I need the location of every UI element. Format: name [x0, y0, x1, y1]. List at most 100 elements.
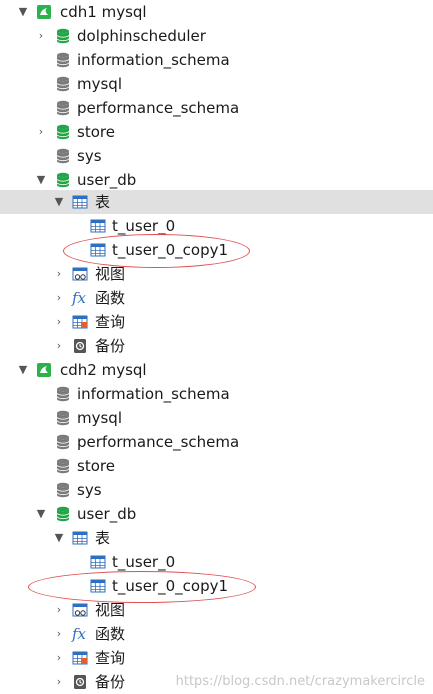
database-label: mysql [77, 409, 122, 427]
views-label: 视图 [95, 265, 126, 283]
tree-node-db-sys[interactable]: sys [0, 478, 433, 502]
function-icon: 𝑓x [72, 289, 87, 307]
backup-icon [74, 675, 86, 689]
tree-node-table[interactable]: t_user_0_copy1 [0, 238, 433, 262]
functions-label: 函数 [95, 625, 126, 643]
chevron-right-icon[interactable]: › [52, 598, 66, 622]
tree-node-queries-folder[interactable]: › 查询 [0, 646, 433, 670]
tables-folder-icon [72, 195, 88, 209]
chevron-down-icon[interactable]: ▼ [34, 168, 48, 192]
database-open-icon [56, 28, 70, 44]
database-label: information_schema [77, 51, 230, 69]
database-closed-icon [56, 386, 70, 402]
tree-node-db-dolphinscheduler[interactable]: › dolphinscheduler [0, 24, 433, 48]
backups-label: 备份 [95, 673, 126, 691]
database-label: user_db [77, 505, 137, 523]
tree-node-db-mysql[interactable]: mysql [0, 406, 433, 430]
table-label: t_user_0 [112, 217, 176, 235]
database-label: sys [77, 147, 102, 165]
queries-label: 查询 [95, 649, 126, 667]
chevron-right-icon[interactable]: › [52, 262, 66, 286]
chevron-right-icon[interactable]: › [52, 334, 66, 358]
views-label: 视图 [95, 601, 126, 619]
chevron-down-icon[interactable]: ▼ [34, 502, 48, 526]
database-closed-icon [56, 434, 70, 450]
database-closed-icon [56, 52, 70, 68]
database-label: mysql [77, 75, 122, 93]
table-icon [90, 555, 106, 569]
table-icon [90, 579, 106, 593]
tree-node-tables-folder[interactable]: ▼ 表 [0, 526, 433, 550]
table-icon [90, 219, 106, 233]
function-icon: 𝑓x [72, 625, 87, 643]
database-label: dolphinscheduler [77, 27, 206, 45]
tree-node-conn-cdh2[interactable]: ▼ cdh2 mysql [0, 358, 433, 382]
database-label: sys [77, 481, 102, 499]
tree-node-db-user-db[interactable]: ▼ user_db [0, 502, 433, 526]
database-closed-icon [56, 100, 70, 116]
tree-node-db-information-schema[interactable]: information_schema [0, 48, 433, 72]
functions-label: 函数 [95, 289, 126, 307]
tree-node-functions-folder[interactable]: › 𝑓x 函数 [0, 286, 433, 310]
tree-node-db-store[interactable]: store [0, 454, 433, 478]
tree-node-table[interactable]: t_user_0 [0, 550, 433, 574]
table-icon [90, 243, 106, 257]
tree-node-queries-folder[interactable]: › 查询 [0, 310, 433, 334]
mysql-connection-icon [37, 5, 51, 19]
chevron-right-icon[interactable]: › [52, 622, 66, 646]
queries-label: 查询 [95, 313, 126, 331]
database-label: performance_schema [77, 433, 240, 451]
mysql-connection-icon [37, 363, 51, 377]
database-closed-icon [56, 458, 70, 474]
views-icon [72, 267, 88, 281]
tree-node-db-sys[interactable]: sys [0, 144, 433, 168]
chevron-right-icon[interactable]: › [34, 24, 48, 48]
chevron-right-icon[interactable]: › [52, 670, 66, 694]
database-label: performance_schema [77, 99, 240, 117]
chevron-right-icon[interactable]: › [52, 310, 66, 334]
database-label: store [77, 123, 115, 141]
chevron-right-icon[interactable]: › [52, 646, 66, 670]
tables-folder-icon [72, 531, 88, 545]
chevron-right-icon[interactable]: › [52, 286, 66, 310]
database-open-icon [56, 172, 70, 188]
database-label: user_db [77, 171, 137, 189]
tree-node-db-information-schema[interactable]: information_schema [0, 382, 433, 406]
tree-node-backups-folder[interactable]: › 备份 [0, 334, 433, 358]
chevron-right-icon[interactable]: › [34, 120, 48, 144]
database-closed-icon [56, 410, 70, 426]
tree-node-table[interactable]: t_user_0_copy1 [0, 574, 433, 598]
table-label: t_user_0_copy1 [112, 577, 229, 595]
database-closed-icon [56, 148, 70, 164]
table-label: t_user_0 [112, 553, 176, 571]
tree-node-db-user-db[interactable]: ▼ user_db [0, 168, 433, 192]
tree-node-db-performance-schema[interactable]: performance_schema [0, 96, 433, 120]
tree-node-views-folder[interactable]: › 视图 [0, 598, 433, 622]
tree-node-db-performance-schema[interactable]: performance_schema [0, 430, 433, 454]
chevron-down-icon[interactable]: ▼ [16, 358, 30, 382]
database-label: store [77, 457, 115, 475]
connection-label: cdh1 mysql [60, 3, 147, 21]
backup-icon [74, 339, 86, 353]
tree-node-db-mysql[interactable]: mysql [0, 72, 433, 96]
tree-node-table[interactable]: t_user_0 [0, 214, 433, 238]
tree-node-conn-cdh1[interactable]: ▼ cdh1 mysql [0, 0, 433, 24]
chevron-down-icon[interactable]: ▼ [16, 0, 30, 24]
watermark: https://blog.csdn.net/crazymakercircle [175, 674, 425, 689]
chevron-down-icon[interactable]: ▼ [52, 190, 66, 214]
chevron-down-icon[interactable]: ▼ [52, 526, 66, 550]
tables-folder-label: 表 [95, 529, 111, 547]
tree-node-views-folder[interactable]: › 视图 [0, 262, 433, 286]
tree-node-functions-folder[interactable]: › 𝑓x 函数 [0, 622, 433, 646]
tree-node-db-store[interactable]: › store [0, 120, 433, 144]
query-icon [72, 651, 88, 665]
database-open-icon [56, 124, 70, 140]
connection-label: cdh2 mysql [60, 361, 147, 379]
database-open-icon [56, 506, 70, 522]
database-closed-icon [56, 76, 70, 92]
tree-node-tables-folder[interactable]: ▼ 表 [0, 190, 433, 214]
database-closed-icon [56, 482, 70, 498]
tables-folder-label: 表 [95, 193, 111, 211]
query-icon [72, 315, 88, 329]
backups-label: 备份 [95, 337, 126, 355]
